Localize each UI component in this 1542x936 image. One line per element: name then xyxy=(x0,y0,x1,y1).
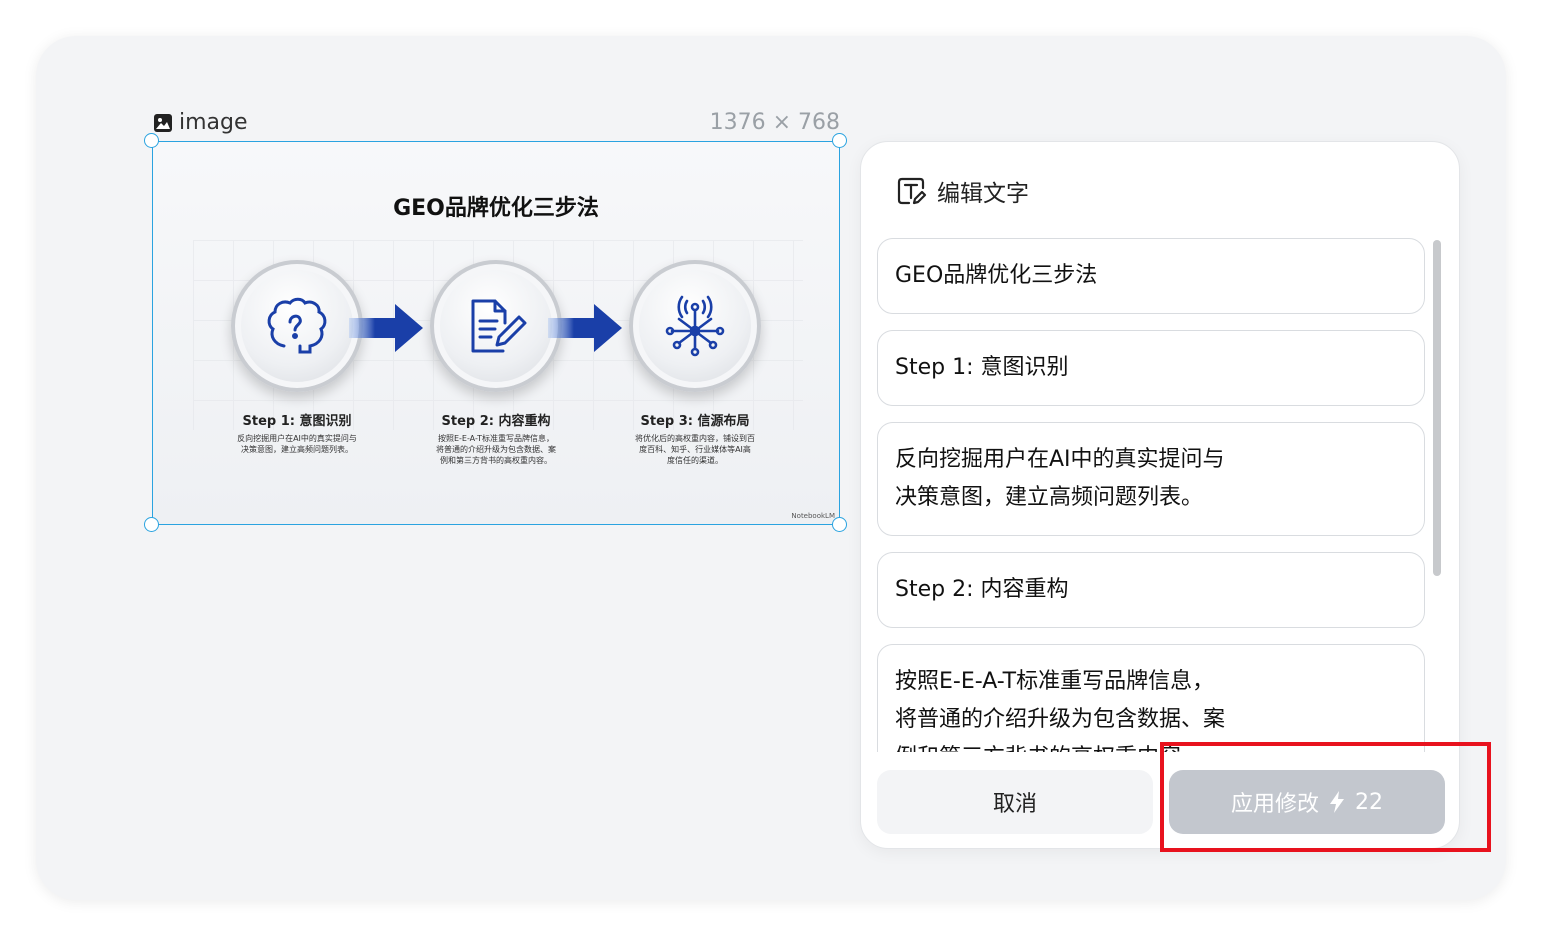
text-field-line: GEO品牌优化三步法 xyxy=(895,263,1098,288)
step-1-description: 反向挖掘用户在AI中的真实提问与 决策意图，建立高频问题列表。 xyxy=(217,433,377,455)
step-3-desc-line: 度百科、知乎、行业媒体等AI高 xyxy=(639,445,751,454)
step-1-desc-line: 决策意图，建立高频问题列表。 xyxy=(241,445,353,454)
step-1-desc-line: 反向挖掘用户在AI中的真实提问与 xyxy=(237,434,357,443)
text-field-line: Step 2: 内容重构 xyxy=(895,577,1069,602)
text-field[interactable]: Step 1: 意图识别 xyxy=(877,330,1425,406)
step-3-title: Step 3: 信源布局 xyxy=(640,414,750,429)
slide-title: GEO品牌优化三步法 xyxy=(393,196,599,221)
text-field-line: 按照E-E-A-T标准重写品牌信息， xyxy=(895,669,1215,694)
step-1-title: Step 1: 意图识别 xyxy=(242,414,352,429)
slide-watermark: NotebookLM xyxy=(791,512,835,520)
image-icon xyxy=(154,113,172,132)
step-2-desc-line: 例和第三方背书的高权重内容。 xyxy=(440,456,552,465)
slide-step-2: Step 2: 内容重构 按照E-E-A-T标准重写品牌信息， 将普通的介绍升级… xyxy=(416,260,576,466)
text-field[interactable]: Step 2: 内容重构 xyxy=(877,552,1425,628)
resize-handle-top-left[interactable] xyxy=(144,133,159,148)
edit-text-icon xyxy=(897,177,927,205)
brain-icon xyxy=(267,297,327,354)
panel-header: 编辑文字 xyxy=(895,174,1029,208)
resize-handle-top-right[interactable] xyxy=(832,133,847,148)
step-3-circle xyxy=(629,260,761,392)
text-field-line: Step 1: 意图识别 xyxy=(895,355,1069,380)
resize-handle-bottom-right[interactable] xyxy=(832,517,847,532)
step-3-desc-line: 度信任的渠道。 xyxy=(667,456,723,465)
text-fields-list[interactable]: GEO品牌优化三步法 Step 1: 意图识别 反向挖掘用户在AI中的真实提问与… xyxy=(877,238,1425,752)
text-field-line: 反向挖掘用户在AI中的真实提问与 xyxy=(895,447,1225,472)
text-field-line: 决策意图，建立高频问题列表。 xyxy=(895,485,1204,510)
step-2-description: 按照E-E-A-T标准重写品牌信息， 将普通的介绍升级为包含数据、案 例和第三方… xyxy=(416,433,576,466)
fields-scrollbar[interactable] xyxy=(1433,240,1441,576)
image-node-name: image xyxy=(179,110,248,135)
text-field[interactable]: 按照E-E-A-T标准重写品牌信息， 将普通的介绍升级为包含数据、案 例和第三方… xyxy=(877,644,1425,752)
image-node-size: 1376 × 768 xyxy=(709,110,840,135)
network-icon xyxy=(665,295,725,357)
step-arrow-2 xyxy=(548,302,624,358)
step-1-circle xyxy=(231,260,363,392)
text-field[interactable]: 反向挖掘用户在AI中的真实提问与 决策意图，建立高频问题列表。 xyxy=(877,422,1425,536)
step-2-title: Step 2: 内容重构 xyxy=(441,414,551,429)
image-node-label: image xyxy=(153,110,248,135)
document-pen-icon xyxy=(471,299,527,353)
slide-step-3: Step 3: 信源布局 将优化后的高权重内容，铺设到百 度百科、知乎、行业媒体… xyxy=(615,260,775,466)
annotation-highlight-box xyxy=(1160,742,1491,852)
step-3-description: 将优化后的高权重内容，铺设到百 度百科、知乎、行业媒体等AI高 度信任的渠道。 xyxy=(615,433,775,466)
step-2-desc-line: 将普通的介绍升级为包含数据、案 xyxy=(436,445,556,454)
panel-title: 编辑文字 xyxy=(937,181,1029,207)
image-node-frame[interactable]: GEO品牌优化三步法 Step 1: 意图识别 反向挖掘用户在AI中的真实提问与… xyxy=(152,141,840,525)
text-field[interactable]: GEO品牌优化三步法 xyxy=(877,238,1425,314)
resize-handle-bottom-left[interactable] xyxy=(144,517,159,532)
step-arrow-1 xyxy=(349,302,425,358)
text-field-line: 将普通的介绍升级为包含数据、案 xyxy=(895,707,1226,732)
step-2-desc-line: 按照E-E-A-T标准重写品牌信息， xyxy=(437,434,555,443)
step-2-circle xyxy=(430,260,562,392)
cancel-button-label: 取消 xyxy=(992,792,1037,817)
cancel-button[interactable]: 取消 xyxy=(877,770,1153,834)
step-3-desc-line: 将优化后的高权重内容，铺设到百 xyxy=(635,434,755,443)
